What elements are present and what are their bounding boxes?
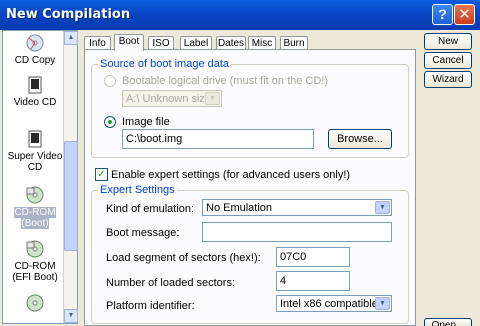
logical-drive-label: Bootable logical drive (must fit on the … [122, 75, 329, 87]
expert-settings-checkbox[interactable]: ✓ [95, 168, 108, 181]
boot-message-label: Boot message: [106, 227, 180, 239]
disc-icon [26, 294, 44, 312]
drive-select-value: A:\ Unknown size [126, 93, 211, 105]
emulation-select[interactable]: No Emulation ▼ [202, 199, 392, 216]
help-button[interactable]: ? [432, 4, 453, 25]
loaded-sectors-label: Number of loaded sectors: [106, 277, 236, 289]
video-cd-icon [28, 76, 42, 94]
browse-button[interactable]: Browse... [328, 129, 392, 149]
platform-value: Intel x86 compatible [280, 298, 378, 310]
expert-group: Expert Settings Kind of emulation: No Em… [91, 184, 409, 324]
sidebar-item-label: Video CD [13, 97, 57, 108]
cdrom-efi-boot-icon [26, 240, 44, 258]
source-group-label: Source of boot image data [98, 58, 232, 70]
sidebar-item-label: Super Video CD [7, 151, 63, 173]
chevron-down-icon: ▼ [375, 201, 390, 214]
image-path-input[interactable]: C:\boot.img [122, 129, 314, 149]
platform-select[interactable]: Intel x86 compatible ▼ [276, 295, 392, 312]
cd-copy-icon [26, 34, 44, 52]
sidebar-scrollbar[interactable]: ▲ ▼ [63, 31, 78, 323]
boot-message-input[interactable] [202, 222, 392, 242]
cdrom-boot-icon [26, 186, 44, 204]
open-button[interactable]: Open... [424, 318, 472, 326]
sidebar-item-super-video-cd[interactable]: Super Video CD [5, 129, 65, 173]
drive-select[interactable]: A:\ Unknown size ▼ [122, 90, 222, 107]
sidebar-item-cdrom-efi-boot[interactable]: CD-ROM (EFI Boot) [5, 239, 65, 283]
image-file-label: Image file [122, 116, 170, 128]
radio-image-file[interactable] [104, 116, 116, 128]
boot-tab-panel: Source of boot image data Bootable logic… [84, 49, 416, 326]
platform-label: Platform identifier: [106, 300, 195, 312]
scroll-down-icon[interactable]: ▼ [64, 309, 78, 323]
wizard-button[interactable]: Wizard [424, 71, 472, 88]
load-segment-input[interactable]: 07C0 [276, 247, 350, 267]
expert-group-label: Expert Settings [98, 184, 177, 196]
expert-settings-label: Enable expert settings (for advanced use… [111, 169, 351, 181]
scroll-thumb[interactable] [64, 141, 78, 251]
emulation-value: No Emulation [206, 202, 273, 214]
sidebar-item-label: CD-ROM (EFI Boot) [12, 261, 58, 283]
title-bar: New Compilation ? ✕ [0, 0, 480, 30]
tab-boot[interactable]: Boot [114, 34, 144, 51]
compilation-type-list[interactable]: CD Copy Video CD Super Video CD CD-ROM (… [2, 30, 78, 324]
sidebar-item-label: CD Copy [14, 55, 56, 66]
emulation-label: Kind of emulation: [106, 203, 195, 215]
window-title: New Compilation [6, 7, 131, 22]
chevron-down-icon: ▼ [205, 92, 220, 105]
sidebar-item-video-cd[interactable]: Video CD [5, 75, 65, 108]
sidebar-item-label: CD-ROM (Boot) [14, 207, 56, 229]
scroll-up-icon[interactable]: ▲ [64, 31, 78, 45]
loaded-sectors-input[interactable]: 4 [276, 271, 350, 291]
sidebar-item-cd-copy[interactable]: CD Copy [5, 33, 65, 66]
new-button[interactable]: New [424, 33, 472, 50]
super-video-cd-icon [28, 130, 42, 148]
radio-logical-drive[interactable] [104, 75, 116, 87]
sidebar-item-cdrom-boot[interactable]: CD-ROM (Boot) [5, 185, 65, 229]
cancel-button[interactable]: Cancel [424, 52, 472, 69]
close-button[interactable]: ✕ [454, 4, 475, 25]
load-segment-label: Load segment of sectors (hex!): [106, 252, 261, 264]
chevron-down-icon: ▼ [375, 297, 390, 310]
source-group: Source of boot image data Bootable logic… [91, 58, 409, 158]
